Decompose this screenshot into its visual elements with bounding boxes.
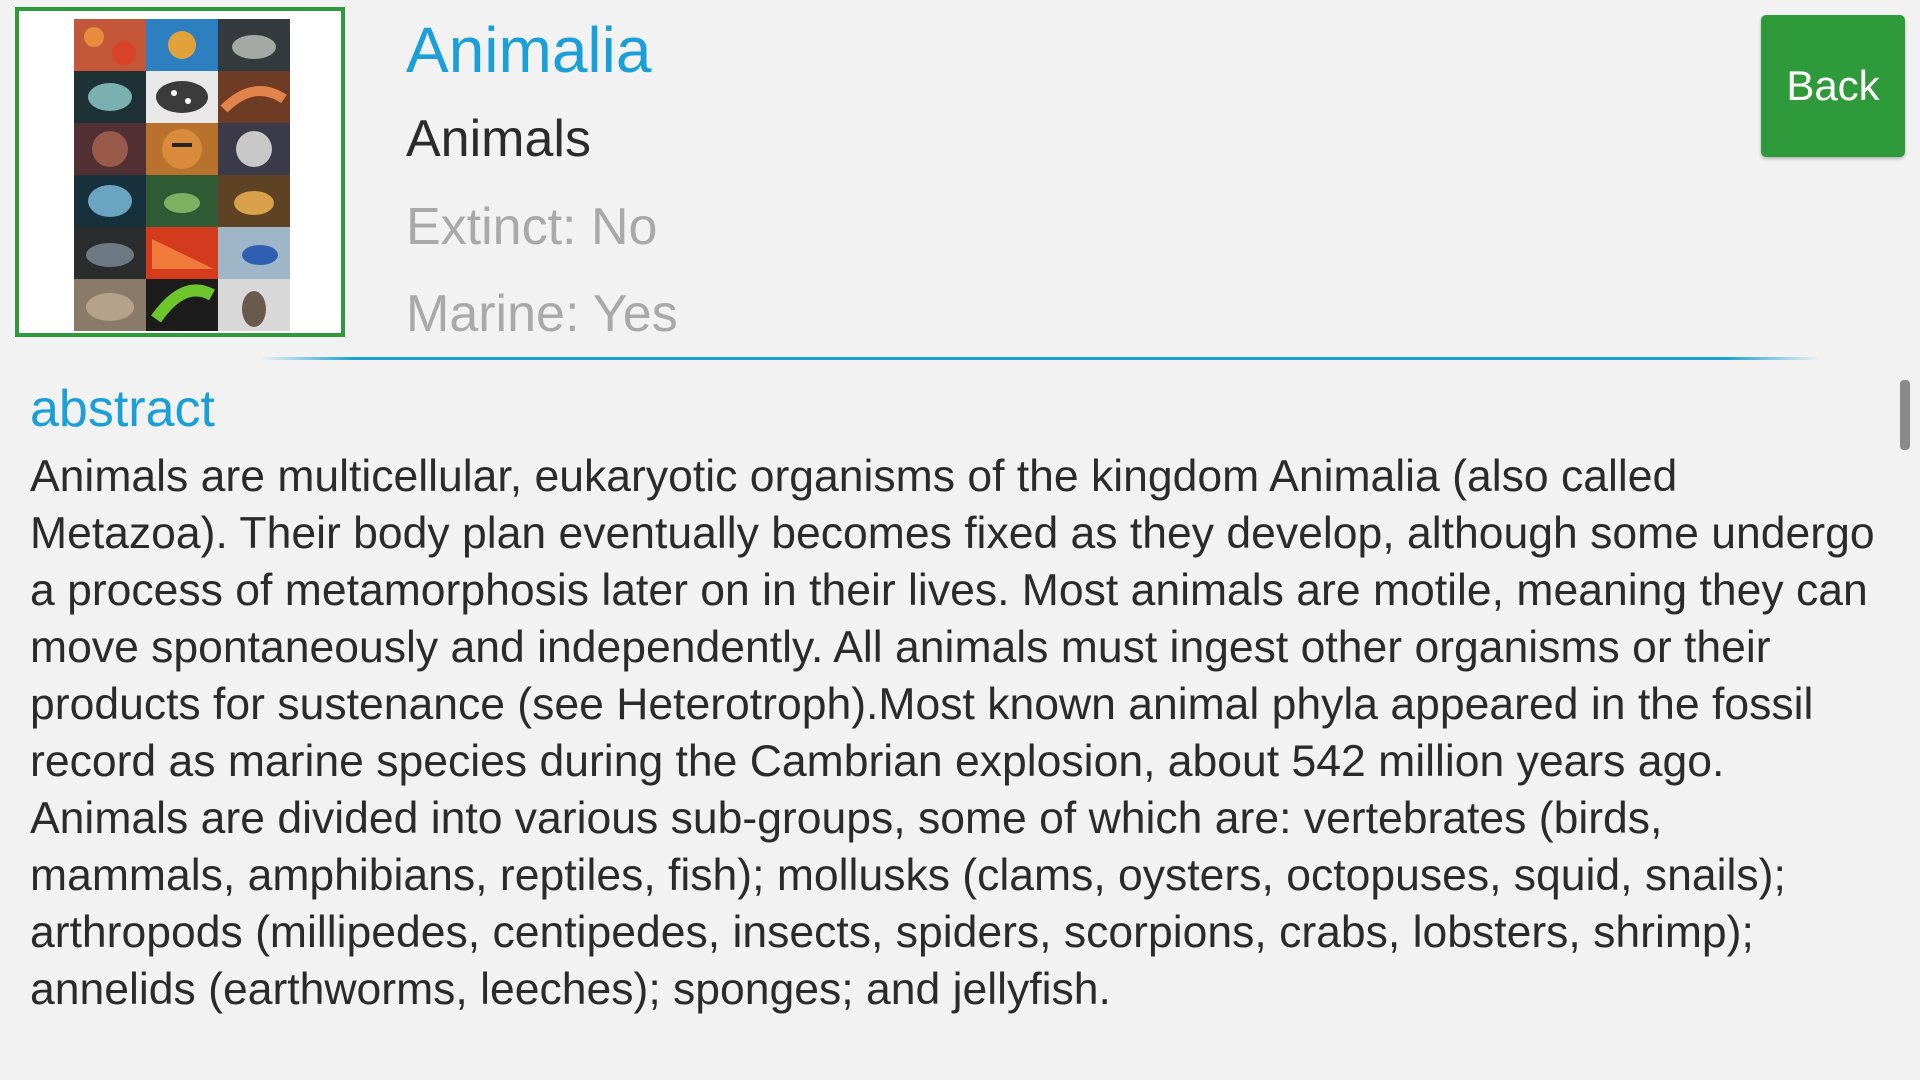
animal-collage-image <box>74 19 290 331</box>
section-heading: abstract <box>30 380 215 438</box>
header: Animalia Animals Extinct: No Marine: Yes… <box>0 0 1920 360</box>
common-name: Animals <box>406 110 591 168</box>
abstract-section[interactable]: abstract Animals are multicellular, euka… <box>30 370 1900 1080</box>
marine-status: Marine: Yes <box>406 285 678 343</box>
header-divider <box>260 357 1820 360</box>
extinct-status: Extinct: No <box>406 198 658 256</box>
animal-collage-thumbnail <box>15 7 345 337</box>
back-button[interactable]: Back <box>1761 15 1905 157</box>
page-title: Animalia <box>406 14 652 86</box>
abstract-text: Animals are multicellular, eukaryotic or… <box>30 452 1875 1014</box>
screen: Animalia Animals Extinct: No Marine: Yes… <box>0 0 1920 1080</box>
scrollbar[interactable] <box>1900 380 1910 450</box>
